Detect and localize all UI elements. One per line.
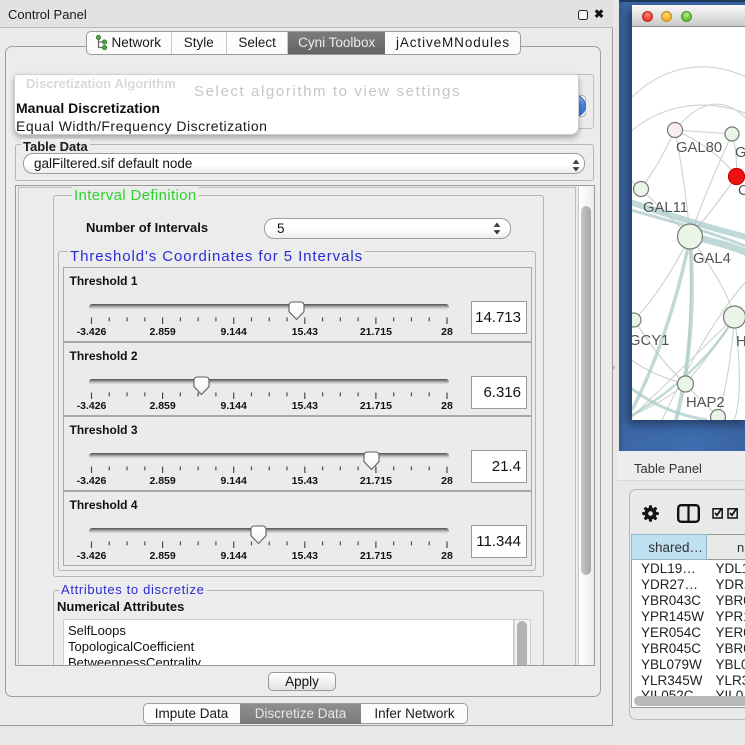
- svg-text:HAP2: HAP2: [686, 395, 725, 411]
- svg-text:GAL80: GAL80: [676, 140, 722, 156]
- svg-text:GA: GA: [735, 145, 745, 161]
- svg-text:GAL11: GAL11: [643, 200, 688, 216]
- svg-text:GCY1: GCY1: [632, 333, 669, 349]
- svg-text:C: C: [738, 183, 745, 199]
- svg-text:GAL4: GAL4: [693, 251, 731, 267]
- svg-text:H: H: [736, 334, 745, 350]
